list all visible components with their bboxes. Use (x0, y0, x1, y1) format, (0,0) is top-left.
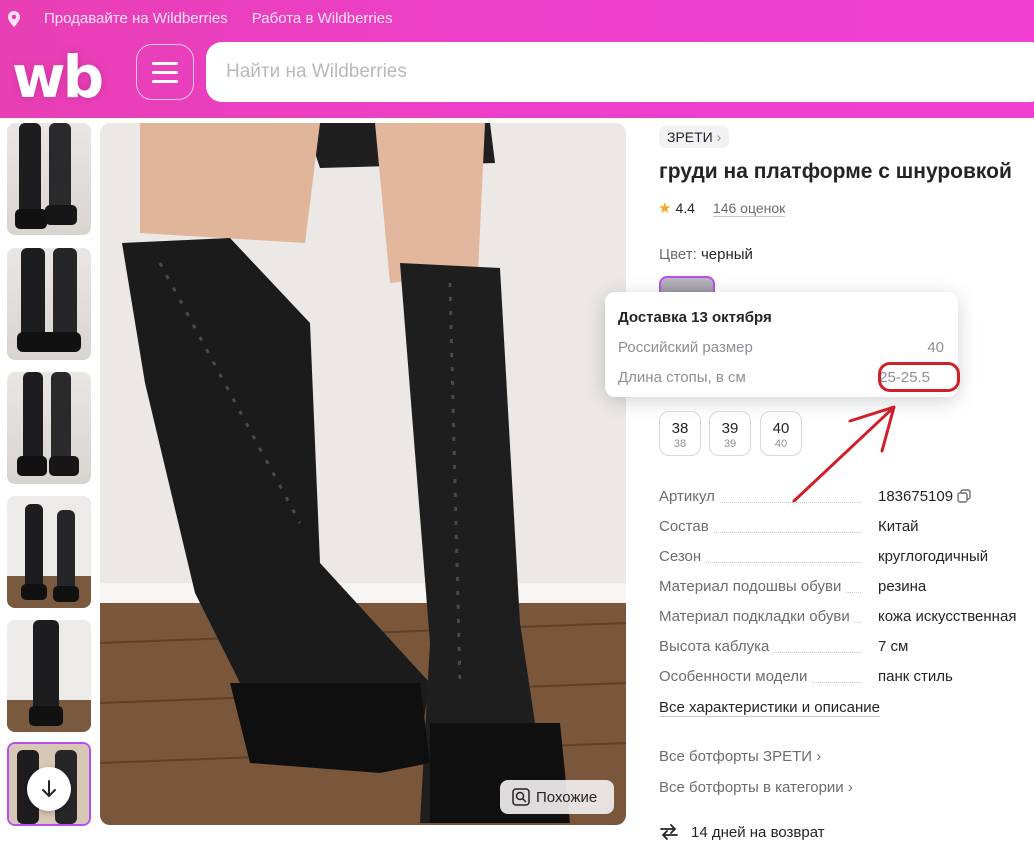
param-value: резина (878, 578, 927, 595)
star-icon: ★ (658, 200, 672, 217)
menu-line (152, 79, 178, 83)
size-main: 39 (721, 420, 739, 437)
size-button[interactable]: 39 39 (709, 411, 751, 456)
boot-thumbnail-image (7, 496, 91, 608)
size-sub: 38 (673, 438, 687, 450)
param-value: 7 см (878, 638, 909, 655)
color-label: Цвет: (659, 246, 697, 263)
all-characteristics-link[interactable]: Все характеристики и описание (659, 699, 880, 717)
header-bar: Продавайте на Wildberries Работа в Wildb… (0, 0, 1034, 118)
param-row: Особенности модели панк стиль (659, 668, 1019, 688)
chevron-right-icon: › (847, 779, 853, 796)
param-key: Состав (659, 518, 713, 535)
return-arrows-icon (660, 824, 678, 840)
param-row: Высота каблука 7 см (659, 638, 1019, 658)
param-key: Материал подошвы обуви (659, 578, 846, 595)
copy-icon[interactable] (957, 489, 971, 503)
size-sub: 40 (774, 438, 788, 450)
size-button[interactable]: 38 38 (659, 411, 701, 456)
product-title: груди на платформе с шнуровкой (659, 160, 1012, 183)
brand-name: ЗРЕТИ (667, 129, 713, 145)
param-value: панк стиль (878, 668, 953, 685)
boots-photo (100, 123, 626, 825)
param-key: Материал подкладки обуви (659, 608, 854, 625)
tooltip-label: Российский размер (618, 339, 753, 356)
gallery-thumbnail[interactable] (7, 123, 91, 235)
color-value: черный (700, 246, 753, 263)
seller-link[interactable]: Продавайте на Wildberries (44, 10, 228, 27)
color-line: Цвет: черный (659, 246, 753, 263)
delivery-date: Доставка 13 октября (618, 309, 772, 326)
top-links: Продавайте на Wildberries Работа в Wildb… (8, 10, 393, 27)
param-key: Артикул (659, 488, 719, 505)
tooltip-label: Длина стопы, в см (618, 369, 746, 386)
location-pin-icon[interactable] (8, 10, 20, 27)
size-button[interactable]: 40 40 (760, 411, 802, 456)
gallery-thumbnail[interactable] (7, 248, 91, 360)
param-value: кожа искусственная (878, 608, 1017, 625)
param-row: Состав Китай (659, 518, 1019, 538)
param-value: 183675109 (878, 488, 971, 505)
boot-thumbnail-image (17, 372, 79, 476)
rating-value: 4.4 (675, 200, 695, 216)
wb-logo[interactable]: wb (12, 48, 104, 106)
main-product-image[interactable]: Похожие (100, 123, 626, 825)
return-policy[interactable]: 14 дней на возврат (659, 823, 825, 841)
param-row: Сезон круглогодичный (659, 548, 1019, 568)
param-key: Особенности модели (659, 668, 812, 685)
tooltip-value: 40 (927, 339, 944, 356)
similar-label: Похожие (536, 788, 598, 806)
chevron-right-icon: › (816, 748, 822, 765)
param-key: Сезон (659, 548, 706, 565)
gallery-thumbnail[interactable] (7, 620, 91, 732)
boot-thumbnail-image (15, 123, 77, 229)
similar-button[interactable]: Похожие (500, 780, 614, 814)
return-label: 14 дней на возврат (691, 823, 825, 841)
param-row: Артикул 183675109 (659, 488, 1019, 508)
rating-block: ★ 4.4 146 оценок (658, 199, 786, 217)
scroll-down-button[interactable] (27, 767, 71, 811)
arrow-down-icon (42, 780, 56, 798)
size-main: 40 (772, 420, 790, 437)
tooltip-row: Российский размер 40 (618, 339, 944, 356)
size-sub: 39 (723, 438, 737, 450)
similar-search-icon (512, 788, 530, 806)
gallery-thumbnail[interactable] (7, 496, 91, 608)
param-value: Китай (878, 518, 919, 535)
boot-thumbnail-image (17, 248, 81, 352)
category-boots-link[interactable]: Все ботфорты в категории › (659, 779, 853, 796)
boot-thumbnail-image (7, 620, 91, 732)
brand-boots-link[interactable]: Все ботфорты ЗРЕТИ › (659, 748, 821, 765)
reviews-link[interactable]: 146 оценок (712, 200, 786, 217)
gallery-thumbnail[interactable] (7, 372, 91, 484)
param-row: Материал подошвы обуви резина (659, 578, 1019, 598)
menu-button[interactable] (136, 44, 194, 100)
search-input[interactable]: Найти на Wildberries (206, 42, 1034, 102)
job-link[interactable]: Работа в Wildberries (252, 10, 393, 27)
highlight-circle (878, 362, 960, 392)
param-row: Материал подкладки обуви кожа искусственн… (659, 608, 1019, 628)
param-key: Высота каблука (659, 638, 774, 655)
menu-line (152, 70, 178, 74)
size-main: 38 (671, 420, 689, 437)
menu-line (152, 61, 178, 65)
param-value: круглогодичный (878, 548, 989, 565)
brand-chip[interactable]: ЗРЕТИ › (659, 126, 730, 148)
chevron-right-icon: › (716, 129, 722, 145)
